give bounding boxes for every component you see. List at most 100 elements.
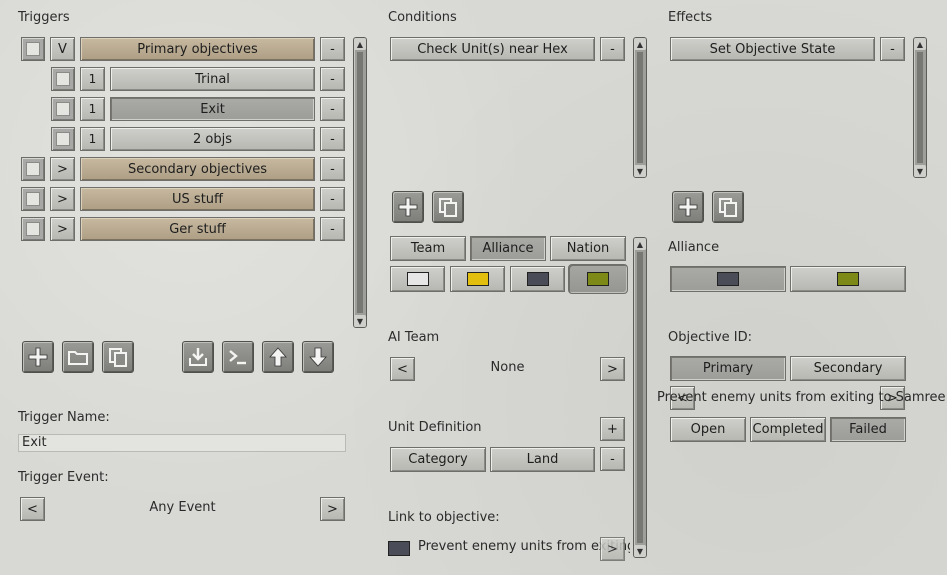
remove-trigger-button[interactable]: - — [320, 157, 345, 181]
expand-button-us-stuff[interactable]: > — [50, 187, 75, 211]
scroll-up-icon[interactable]: ▲ — [354, 38, 366, 50]
color-swatch — [406, 272, 429, 286]
conditions-title: Conditions — [388, 10, 457, 25]
objective-value-text: Prevent enemy units from exiting to Samr… — [657, 390, 946, 405]
trigger-list-scrollbar[interactable]: ▲ ▼ — [353, 37, 367, 328]
objective-id-label: Objective ID: — [668, 330, 752, 345]
link-objective-next-button[interactable]: > — [600, 537, 625, 561]
scroll-track[interactable] — [357, 52, 363, 313]
scroll-track[interactable] — [917, 52, 923, 163]
trigger-row-secondary-objectives[interactable]: Secondary objectives — [80, 157, 315, 181]
scroll-down-icon[interactable]: ▼ — [634, 165, 646, 177]
trigger-checkbox-exit[interactable] — [51, 97, 75, 121]
trigger-checkbox-trinal[interactable] — [51, 67, 75, 91]
event-next-button[interactable]: > — [320, 497, 345, 521]
remove-unit-definition-button[interactable]: - — [600, 447, 625, 471]
scroll-up-icon[interactable]: ▲ — [914, 38, 926, 50]
alliance-option-dark-grey[interactable] — [670, 266, 786, 292]
effects-alliance-label: Alliance — [668, 240, 720, 255]
trigger-row-trinal[interactable]: Trinal — [110, 67, 315, 91]
remove-trigger-button[interactable]: - — [320, 37, 345, 61]
condition-item-check-unit-near-hex[interactable]: Check Unit(s) near Hex — [390, 37, 595, 61]
objective-type-secondary[interactable]: Secondary — [790, 356, 906, 381]
state-open[interactable]: Open — [670, 417, 746, 442]
color-option-olive-selected[interactable] — [568, 264, 628, 294]
trigger-row-primary-objectives[interactable]: Primary objectives — [80, 37, 315, 61]
remove-trigger-button[interactable]: - — [320, 67, 345, 91]
color-swatch — [466, 272, 489, 286]
trigger-name-input[interactable]: Exit — [18, 434, 346, 452]
import-icon[interactable] — [182, 341, 214, 373]
scroll-up-icon[interactable]: ▲ — [634, 38, 646, 50]
link-objective-swatch[interactable] — [388, 541, 410, 556]
link-objective-text: Prevent enemy units from exiting to — [418, 539, 630, 554]
trigger-checkbox-secondary[interactable] — [21, 157, 45, 181]
trigger-event-value: Any Event — [149, 500, 216, 515]
add-icon[interactable] — [392, 191, 424, 223]
add-icon[interactable] — [22, 341, 54, 373]
color-swatch — [717, 272, 739, 286]
state-completed[interactable]: Completed — [750, 417, 826, 442]
tab-team[interactable]: Team — [390, 236, 466, 261]
unit-definition-label: Unit Definition — [388, 420, 482, 435]
objective-type-primary[interactable]: Primary — [670, 356, 786, 381]
scroll-track[interactable] — [637, 252, 643, 543]
trigger-checkbox-primary[interactable] — [21, 37, 45, 61]
ai-team-value: None — [490, 360, 525, 375]
condition-list-scrollbar[interactable]: ▲ ▼ — [633, 37, 647, 178]
remove-effect-button[interactable]: - — [880, 37, 905, 61]
remove-condition-button[interactable]: - — [600, 37, 625, 61]
trigger-checkbox-2objs[interactable] — [51, 127, 75, 151]
unit-definition-value[interactable]: Land — [490, 447, 595, 472]
add-icon[interactable] — [672, 191, 704, 223]
trigger-checkbox-ger-stuff[interactable] — [21, 217, 45, 241]
trigger-count-badge: 1 — [80, 127, 105, 151]
alliance-option-olive[interactable] — [790, 266, 906, 292]
trigger-event-label: Trigger Event: — [18, 470, 109, 485]
scroll-down-icon[interactable]: ▼ — [914, 165, 926, 177]
unit-definition-category[interactable]: Category — [390, 447, 486, 472]
tab-nation[interactable]: Nation — [550, 236, 626, 261]
event-prev-button[interactable]: < — [20, 497, 45, 521]
scroll-down-icon[interactable]: ▼ — [354, 315, 366, 327]
add-unit-definition-button[interactable]: + — [600, 417, 625, 441]
scroll-track[interactable] — [637, 52, 643, 163]
arrow-up-icon[interactable] — [262, 341, 294, 373]
folder-icon[interactable] — [62, 341, 94, 373]
trigger-row-us-stuff[interactable]: US stuff — [80, 187, 315, 211]
color-swatch — [837, 272, 859, 286]
copy-icon[interactable] — [712, 191, 744, 223]
effects-title: Effects — [668, 10, 713, 25]
condition-details-scrollbar[interactable]: ▲ ▼ — [633, 237, 647, 558]
color-option-dark-grey[interactable] — [510, 266, 565, 292]
expand-button-primary[interactable]: V — [50, 37, 75, 61]
color-option-yellow[interactable] — [450, 266, 505, 292]
trigger-checkbox-us-stuff[interactable] — [21, 187, 45, 211]
trigger-count-badge: 1 — [80, 97, 105, 121]
ai-team-next-button[interactable]: > — [600, 357, 625, 381]
remove-trigger-button[interactable]: - — [320, 127, 345, 151]
copy-icon[interactable] — [102, 341, 134, 373]
scroll-down-icon[interactable]: ▼ — [634, 545, 646, 557]
tab-alliance[interactable]: Alliance — [470, 236, 546, 261]
expand-button-ger-stuff[interactable]: > — [50, 217, 75, 241]
color-option-white[interactable] — [390, 266, 445, 292]
remove-trigger-button[interactable]: - — [320, 217, 345, 241]
arrow-down-icon[interactable] — [302, 341, 334, 373]
effect-item-set-objective-state[interactable]: Set Objective State — [670, 37, 875, 61]
ai-team-prev-button[interactable]: < — [390, 357, 415, 381]
console-icon[interactable] — [222, 341, 254, 373]
state-failed[interactable]: Failed — [830, 417, 906, 442]
remove-trigger-button[interactable]: - — [320, 97, 345, 121]
color-swatch — [526, 272, 549, 286]
remove-trigger-button[interactable]: - — [320, 187, 345, 211]
scroll-up-icon[interactable]: ▲ — [634, 238, 646, 250]
color-swatch — [587, 272, 609, 286]
copy-icon[interactable] — [432, 191, 464, 223]
trigger-count-badge: 1 — [80, 67, 105, 91]
effect-list-scrollbar[interactable]: ▲ ▼ — [913, 37, 927, 178]
trigger-row-ger-stuff[interactable]: Ger stuff — [80, 217, 315, 241]
trigger-row-exit[interactable]: Exit — [110, 97, 315, 121]
trigger-row-2-objs[interactable]: 2 objs — [110, 127, 315, 151]
expand-button-secondary[interactable]: > — [50, 157, 75, 181]
